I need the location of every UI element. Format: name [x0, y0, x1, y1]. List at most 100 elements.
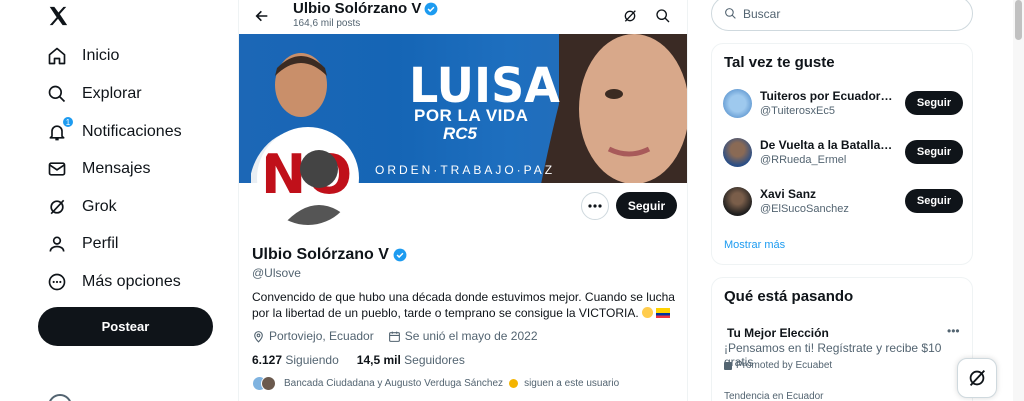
mail-icon — [46, 158, 68, 180]
header-name-text: Ulbio Solórzano V — [293, 0, 422, 17]
profile-meta: Portoviejo, Ecuador Se unió el mayo de 2… — [252, 329, 538, 343]
profile-avatar[interactable]: NO — [257, 127, 359, 229]
profile-stats: 6.127 Siguiendo 14,5 mil Seguidores — [252, 353, 465, 367]
more-circle-icon — [46, 271, 68, 293]
nav-item-notificaciones[interactable]: 1 Notificaciones — [46, 115, 182, 149]
banner-woman-image — [541, 34, 687, 183]
suggestions-title: Tal vez te guste — [724, 54, 835, 71]
trend-more-icon[interactable]: ••• — [947, 324, 960, 338]
profile-column: LUISA POR LA VIDA RC5 ORDEN·TRABAJO·PAZ … — [238, 0, 688, 401]
x-logo-icon[interactable] — [38, 0, 78, 36]
left-nav: Inicio Explorar 1 Notificaciones Mensaje… — [0, 0, 238, 401]
trends-title: Qué está pasando — [724, 288, 854, 305]
banner-title: LUISA — [409, 56, 560, 114]
suggestion-handle: @RRueda_Ermel — [760, 154, 847, 166]
following-link[interactable]: 6.127 Siguiendo — [252, 353, 339, 367]
suggestion-name: De Vuelta a la Batalla, ... — [760, 138, 895, 152]
more-dots-icon — [588, 204, 602, 208]
following-label: Siguiendo — [285, 353, 339, 367]
more-options-button[interactable] — [581, 192, 609, 220]
promoted-icon — [724, 361, 732, 370]
banner-logo: RC5 — [443, 124, 478, 143]
followers-label: Seguidores — [404, 353, 465, 367]
suggestion-item[interactable]: Tuiteros por Ecuador R... @TuiterosxEc5 … — [723, 85, 963, 121]
suggestion-handle: @TuiterosxEc5 — [760, 105, 835, 117]
followed-by-avatars — [252, 374, 278, 392]
search-icon — [725, 8, 736, 19]
nav-item-grok[interactable]: Grok — [46, 190, 117, 224]
page-scrollbar[interactable] — [1013, 0, 1024, 401]
profile-joined: Se unió el mayo de 2022 — [404, 329, 538, 343]
nav-item-mensajes[interactable]: Mensajes — [46, 152, 150, 186]
grok-icon — [969, 370, 986, 386]
nav-item-explorar[interactable]: Explorar — [46, 77, 142, 111]
profile-location: Portoviejo, Ecuador — [269, 329, 374, 343]
back-arrow-icon[interactable] — [251, 5, 273, 27]
profile-handle: @Ulsove — [252, 266, 301, 280]
ecuador-flag-icon — [656, 307, 671, 318]
trend-title[interactable]: Tu Mejor Elección — [727, 326, 829, 340]
nav-label: Mensajes — [82, 160, 151, 177]
profile-header: Ulbio Solórzano V 164,6 mil posts — [239, 0, 687, 34]
suggestion-follow-button[interactable]: Seguir — [905, 140, 963, 164]
followers-count: 14,5 mil — [356, 353, 401, 367]
nav-label: Perfil — [82, 235, 119, 252]
follow-button[interactable]: Seguir — [616, 192, 677, 219]
followers-link[interactable]: 14,5 mil Seguidores — [357, 353, 465, 367]
followed-by[interactable]: Bancada Ciudadana y Augusto Verduga Sánc… — [252, 374, 619, 392]
nav-label: Explorar — [82, 85, 142, 102]
grok-icon[interactable] — [619, 5, 641, 27]
account-avatar[interactable] — [48, 394, 72, 401]
notification-badge: 1 — [62, 116, 74, 128]
location-icon — [254, 330, 263, 343]
suggestion-avatar — [723, 186, 752, 216]
verified-icon — [393, 248, 407, 262]
bell-icon: 1 — [46, 116, 74, 143]
nav-item-perfil[interactable]: Perfil — [46, 227, 118, 261]
right-sidebar: Tal vez te guste Tuiteros por Ecuador R.… — [700, 0, 1000, 401]
grok-float-button[interactable] — [957, 358, 997, 398]
trend-category: Tendencia en Ecuador — [724, 391, 824, 401]
suggestion-handle: @ElSucoSanchez — [760, 203, 849, 215]
show-more-link[interactable]: Mostrar más — [724, 239, 785, 251]
suggestion-name: Xavi Sanz — [760, 187, 817, 201]
suggestion-name: Tuiteros por Ecuador R... — [760, 89, 895, 103]
calendar-icon — [388, 331, 400, 342]
home-icon — [46, 45, 68, 67]
trends-card: Qué está pasando Tu Mejor Elección ••• ¡… — [711, 277, 973, 401]
header-name: Ulbio Solórzano V — [293, 0, 438, 17]
bee-emoji-icon — [509, 378, 519, 388]
suggestion-item[interactable]: De Vuelta a la Batalla, ... @RRueda_Erme… — [723, 134, 963, 170]
search-box[interactable] — [711, 0, 973, 31]
avatar-image: NO — [261, 131, 355, 225]
search-icon — [46, 83, 68, 105]
nav-item-inicio[interactable]: Inicio — [46, 39, 119, 73]
post-button[interactable]: Postear — [38, 307, 213, 346]
header-post-count: 164,6 mil posts — [293, 18, 361, 29]
scrollbar-thumb[interactable] — [1015, 0, 1022, 40]
profile-name-text: Ulbio Solórzano V — [252, 246, 389, 263]
suggestion-follow-button[interactable]: Seguir — [905, 91, 963, 115]
banner-slogan: ORDEN·TRABAJO·PAZ — [375, 163, 556, 177]
grok-icon — [46, 196, 68, 218]
nav-label: Notificaciones — [82, 123, 182, 140]
nav-label: Grok — [82, 198, 117, 215]
search-input[interactable] — [743, 6, 943, 21]
following-count: 6.127 — [252, 353, 283, 367]
suggestion-follow-button[interactable]: Seguir — [905, 189, 963, 213]
followed-by-names: Bancada Ciudadana y Augusto Verduga Sánc… — [284, 377, 504, 389]
user-icon — [46, 233, 68, 255]
verified-icon — [424, 2, 438, 15]
emoji-icon — [642, 306, 654, 318]
profile-bio-text: Convencido de que hubo una década donde … — [252, 290, 675, 320]
trend-promo: Promoted by Ecuabet — [724, 360, 832, 371]
banner-subtitle: POR LA VIDA — [414, 106, 529, 125]
promo-text: Promoted by Ecuabet — [736, 360, 833, 371]
suggestion-item[interactable]: Xavi Sanz @ElSucoSanchez Seguir — [723, 183, 963, 219]
profile-name: Ulbio Solórzano V — [252, 246, 407, 264]
nav-label: Inicio — [82, 47, 120, 64]
suggestions-card: Tal vez te guste Tuiteros por Ecuador R.… — [711, 43, 973, 265]
search-icon[interactable] — [652, 5, 674, 27]
followed-by-suffix: siguen a este usuario — [524, 377, 620, 389]
nav-item-mas-opciones[interactable]: Más opciones — [46, 265, 181, 299]
